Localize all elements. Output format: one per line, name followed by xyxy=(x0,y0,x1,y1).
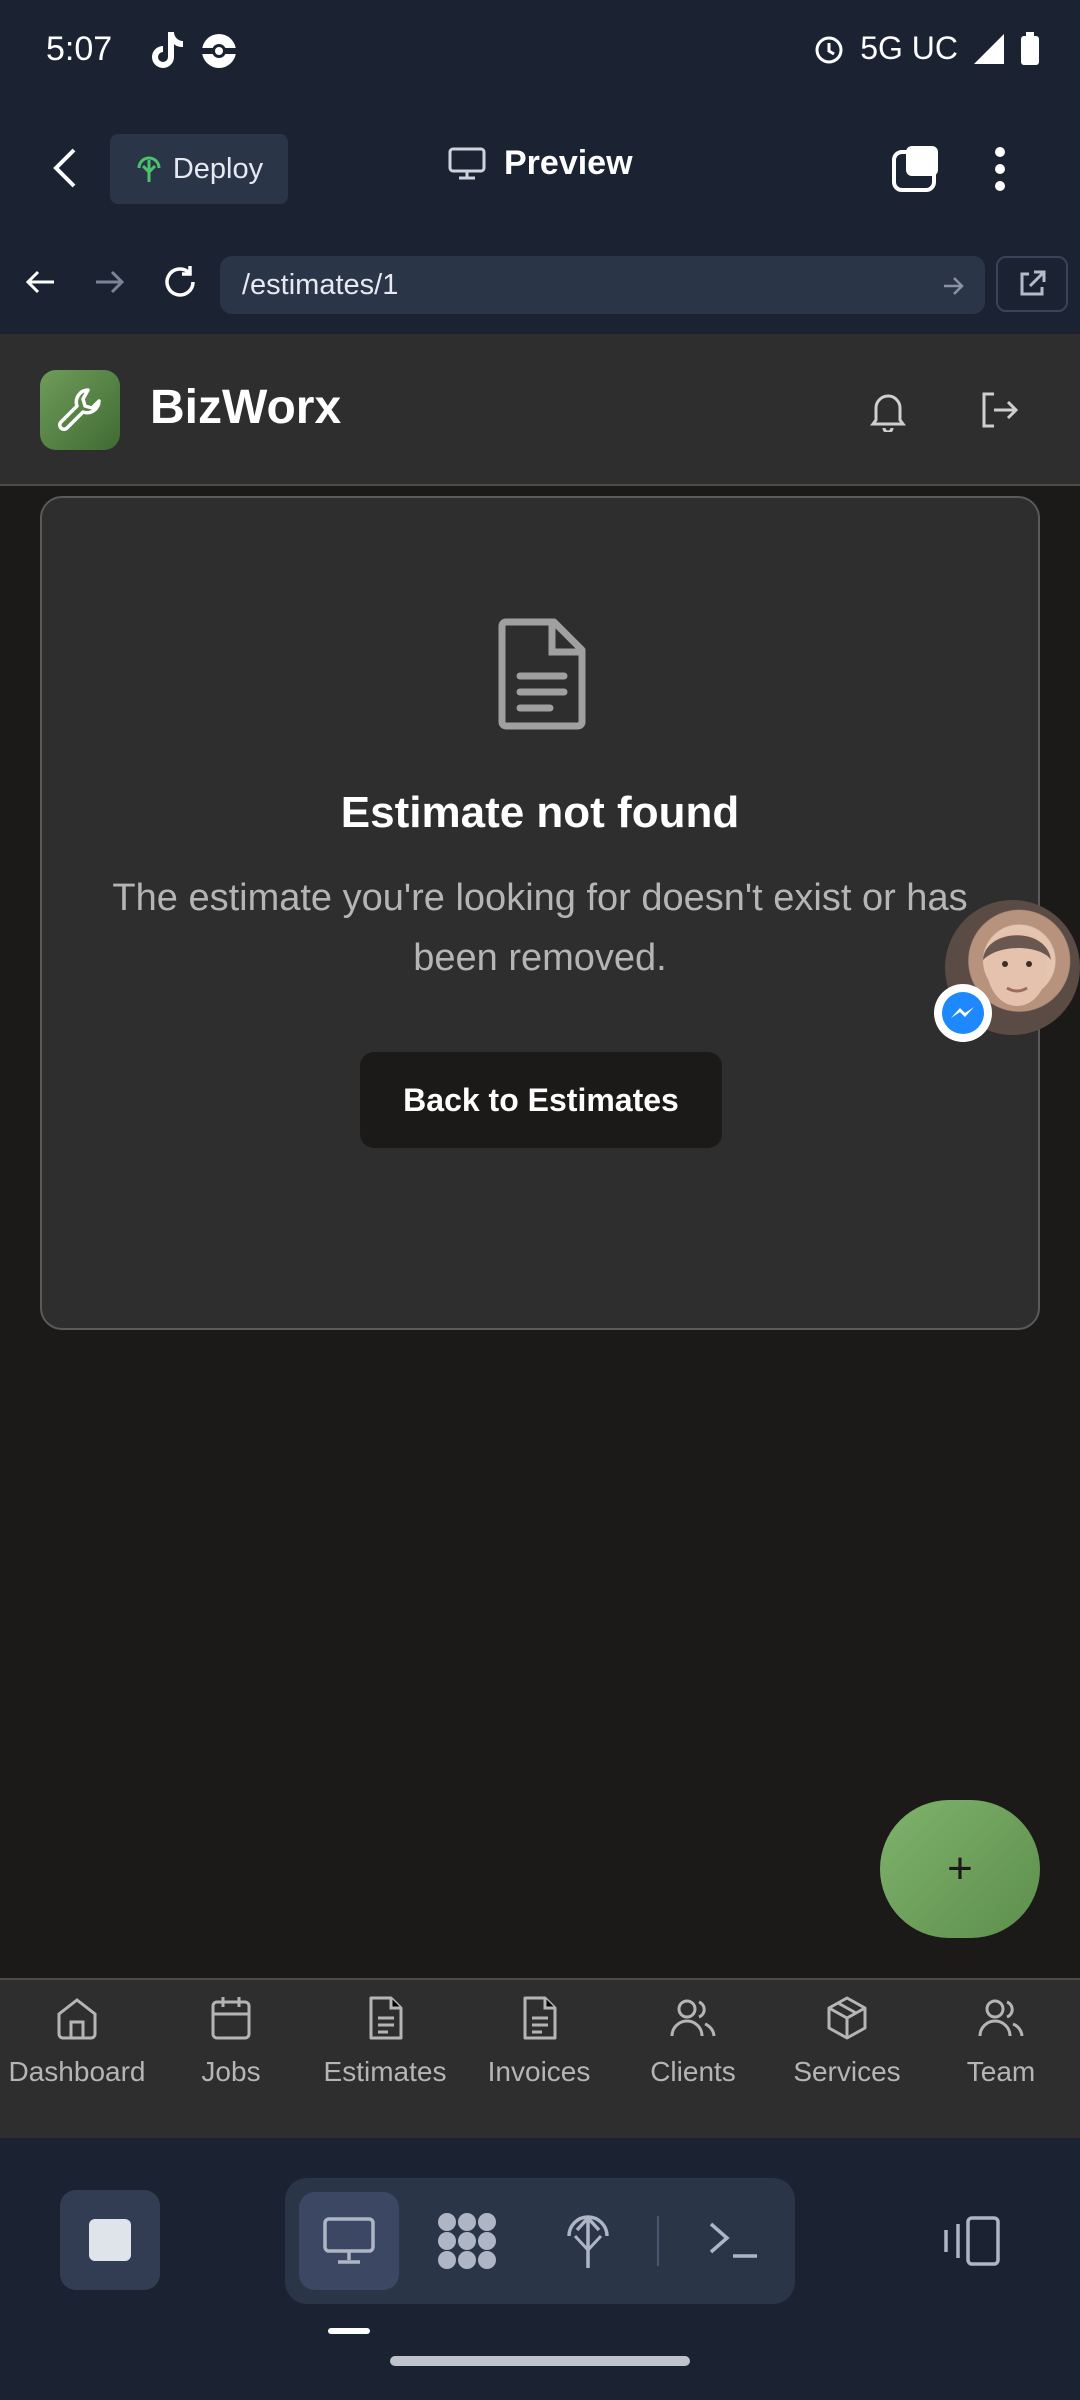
back-to-estimates-button[interactable]: Back to Estimates xyxy=(360,1052,722,1148)
brand-name: BizWorx xyxy=(150,381,342,434)
preview-label: Preview xyxy=(504,144,633,182)
nav-item-clients[interactable]: Clients xyxy=(616,1994,770,2088)
split-screen-icon[interactable] xyxy=(940,2216,1004,2266)
more-options-icon[interactable] xyxy=(990,144,1010,194)
pokeball-icon xyxy=(200,32,238,70)
divider xyxy=(657,2216,659,2266)
nav-label: Clients xyxy=(650,2056,736,2087)
nav-label: Estimates xyxy=(323,2056,447,2087)
status-time: 5:07 xyxy=(46,30,113,68)
deploy-icon xyxy=(135,154,163,184)
logo xyxy=(40,370,120,450)
nav-label: Team xyxy=(966,2056,1036,2087)
status-right: 5G UC xyxy=(812,30,1040,67)
alarm-icon xyxy=(812,32,846,66)
system-bar xyxy=(0,2138,1080,2400)
home-gesture-bar[interactable] xyxy=(390,2356,690,2366)
monitor-icon xyxy=(448,147,486,181)
nav-item-dashboard[interactable]: Dashboard xyxy=(0,1994,154,2088)
apps-icon[interactable] xyxy=(435,2210,499,2272)
tabs-icon[interactable] xyxy=(890,144,942,194)
network-label: 5G UC xyxy=(860,30,958,66)
app-header: BizWorx xyxy=(0,334,1080,486)
battery-icon xyxy=(1020,31,1040,66)
deploy-button[interactable]: Deploy xyxy=(110,134,288,204)
box-icon xyxy=(823,1994,871,2042)
tiktok-icon xyxy=(148,30,184,70)
url-go-icon[interactable] xyxy=(940,272,968,300)
logout-icon[interactable] xyxy=(978,388,1022,432)
deploy-icon[interactable] xyxy=(563,2208,613,2272)
signal-icon xyxy=(972,32,1006,66)
not-found-card: Estimate not found The estimate you're l… xyxy=(40,496,1040,1330)
users-icon xyxy=(977,1994,1025,2042)
back-chevron-icon[interactable] xyxy=(50,146,80,190)
nav-label: Dashboard xyxy=(8,2056,146,2087)
messenger-icon xyxy=(934,984,992,1042)
nav-item-invoices[interactable]: Invoices xyxy=(462,1994,616,2088)
terminal-icon[interactable] xyxy=(705,2212,761,2268)
bottom-nav: Dashboard Jobs Estimates Invoices Client… xyxy=(0,1978,1080,2138)
bell-icon[interactable] xyxy=(868,388,908,432)
wrench-icon xyxy=(54,384,106,436)
monitor-icon xyxy=(322,2216,376,2266)
nav-item-team[interactable]: Team xyxy=(924,1994,1078,2088)
deploy-label: Deploy xyxy=(172,152,264,185)
preview-title: Preview xyxy=(448,144,633,183)
tool-switcher xyxy=(285,2178,795,2304)
document-icon xyxy=(496,618,588,730)
nav-label: Jobs xyxy=(201,2056,261,2087)
nav-item-estimates[interactable]: Estimates xyxy=(308,1994,462,2088)
add-fab-button[interactable]: + xyxy=(880,1800,1040,1938)
nav-label: Services xyxy=(793,2056,901,2087)
stop-button[interactable] xyxy=(60,2190,160,2290)
calendar-icon xyxy=(207,1994,255,2042)
card-message: The estimate you're looking for doesn't … xyxy=(112,877,968,979)
open-external-icon[interactable] xyxy=(996,256,1068,312)
nav-label: Invoices xyxy=(487,2056,591,2087)
document-icon xyxy=(515,1994,563,2042)
users-icon xyxy=(669,1994,717,2042)
preview-tool-button[interactable] xyxy=(299,2192,399,2290)
card-title: Estimate not found xyxy=(340,788,740,837)
stop-icon xyxy=(89,2219,131,2261)
reload-icon[interactable] xyxy=(160,262,200,302)
app-top-bar: Deploy Preview xyxy=(0,104,1080,235)
nav-back-icon[interactable] xyxy=(22,264,58,300)
home-icon xyxy=(53,1994,101,2042)
browser-bar: /estimates/1 xyxy=(0,234,1080,334)
active-tool-indicator xyxy=(328,2328,370,2334)
url-field[interactable]: /estimates/1 xyxy=(220,256,985,314)
nav-item-jobs[interactable]: Jobs xyxy=(154,1994,308,2088)
plus-icon: + xyxy=(947,1844,973,1893)
status-bar: 5:07 5G UC xyxy=(0,0,1080,104)
nav-forward-icon[interactable] xyxy=(92,264,128,300)
nav-item-services[interactable]: Services xyxy=(770,1994,924,2088)
document-icon xyxy=(361,1994,409,2042)
